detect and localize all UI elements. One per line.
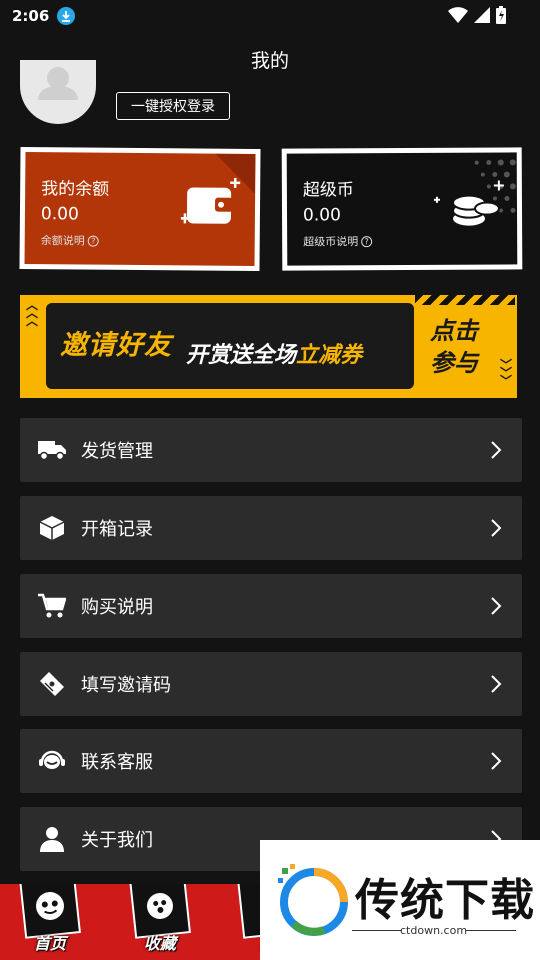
battery-icon bbox=[496, 6, 506, 24]
coin-value: 0.00 bbox=[302, 205, 341, 226]
banner-promo-text: 开赏送全场立减券 bbox=[186, 337, 362, 369]
menu-item-purchase-info[interactable]: 购买说明 bbox=[20, 574, 522, 638]
truck-icon bbox=[38, 436, 66, 464]
coin-title: 超级币 bbox=[302, 180, 354, 201]
nav-favorites[interactable]: 收藏 bbox=[128, 884, 192, 956]
avatar[interactable] bbox=[20, 60, 96, 124]
chevron-right-icon bbox=[490, 440, 502, 464]
coin-note-label: 超级币说明 bbox=[303, 235, 359, 249]
balance-note-label: 余额说明 bbox=[40, 234, 85, 248]
nav-favorites-label: 收藏 bbox=[143, 934, 176, 953]
chevrons-up-icon: ︿ ︿ ︿ bbox=[26, 298, 39, 328]
menu-item-invite-code[interactable]: 填写邀请码 bbox=[20, 652, 522, 716]
signal-icon bbox=[474, 7, 490, 23]
chevron-right-icon bbox=[490, 596, 502, 620]
banner-cta: 点击 参与 bbox=[430, 315, 490, 379]
menu-item-customer-service[interactable]: 联系客服 bbox=[20, 729, 522, 793]
banner-cta-line1: 点击 bbox=[430, 317, 478, 345]
menu-label: 填写邀请码 bbox=[81, 675, 171, 696]
balance-note[interactable]: 余额说明 ? bbox=[41, 232, 99, 249]
menu-item-shipping[interactable]: 发货管理 bbox=[20, 418, 522, 482]
watermark-text: 传统下载 bbox=[355, 875, 535, 926]
menu-label: 购买说明 bbox=[81, 597, 153, 618]
banner-promo-highlight: 立减券 bbox=[296, 343, 363, 368]
menu-label: 联系客服 bbox=[81, 752, 153, 773]
chevron-right-icon bbox=[490, 518, 502, 542]
status-icons bbox=[448, 6, 506, 24]
watermark-divider bbox=[466, 930, 516, 931]
menu-label: 发货管理 bbox=[81, 441, 153, 462]
menu-item-unbox-records[interactable]: 开箱记录 bbox=[20, 496, 522, 560]
invite-banner[interactable]: ︿ ︿ ︿ 邀请好友 开赏送全场立减券 点击 参与 ﹀ ﹀ ﹀ bbox=[20, 295, 517, 398]
status-bar: 2:06 bbox=[0, 0, 540, 32]
watermark-divider bbox=[352, 930, 402, 931]
login-button[interactable]: 一键授权登录 bbox=[116, 92, 230, 120]
menu-label: 开箱记录 bbox=[81, 519, 153, 540]
cart-icon bbox=[38, 592, 66, 620]
coin-card[interactable]: 超级币 0.00 超级币说明 ? bbox=[281, 147, 523, 271]
banner-invite-text: 邀请好友 bbox=[60, 330, 172, 361]
person-icon bbox=[38, 825, 66, 853]
coin-note[interactable]: 超级币说明 ? bbox=[303, 233, 373, 249]
box-icon bbox=[38, 514, 66, 542]
balance-title: 我的余额 bbox=[41, 179, 110, 200]
nav-home-label: 首页 bbox=[33, 934, 66, 953]
watermark-url: ctdown.com bbox=[400, 924, 468, 937]
headset-icon bbox=[38, 747, 66, 775]
nav-home[interactable]: 首页 bbox=[18, 884, 82, 956]
banner-stripes bbox=[415, 295, 515, 305]
question-icon: ? bbox=[87, 235, 99, 247]
menu-label: 关于我们 bbox=[81, 830, 153, 851]
status-time: 2:06 bbox=[12, 7, 50, 25]
chevron-right-icon bbox=[490, 674, 502, 698]
wallet-icon bbox=[179, 177, 246, 236]
watermark-logo bbox=[278, 864, 348, 936]
question-icon: ? bbox=[361, 235, 373, 247]
banner-promo-main: 开赏送全场 bbox=[186, 343, 297, 368]
coins-icon bbox=[433, 176, 507, 234]
banner-cta-line2: 参与 bbox=[430, 349, 478, 377]
chevron-right-icon bbox=[490, 751, 502, 775]
balance-card[interactable]: 我的余额 0.00 余额说明 ? bbox=[19, 146, 261, 272]
download-icon bbox=[57, 7, 76, 25]
ticket-icon bbox=[38, 670, 66, 698]
balance-value: 0.00 bbox=[40, 204, 79, 225]
wifi-icon bbox=[448, 7, 468, 23]
chevrons-down-icon: ﹀ ﹀ ﹀ bbox=[500, 358, 513, 388]
watermark: 传统下载 ctdown.com bbox=[260, 840, 540, 960]
